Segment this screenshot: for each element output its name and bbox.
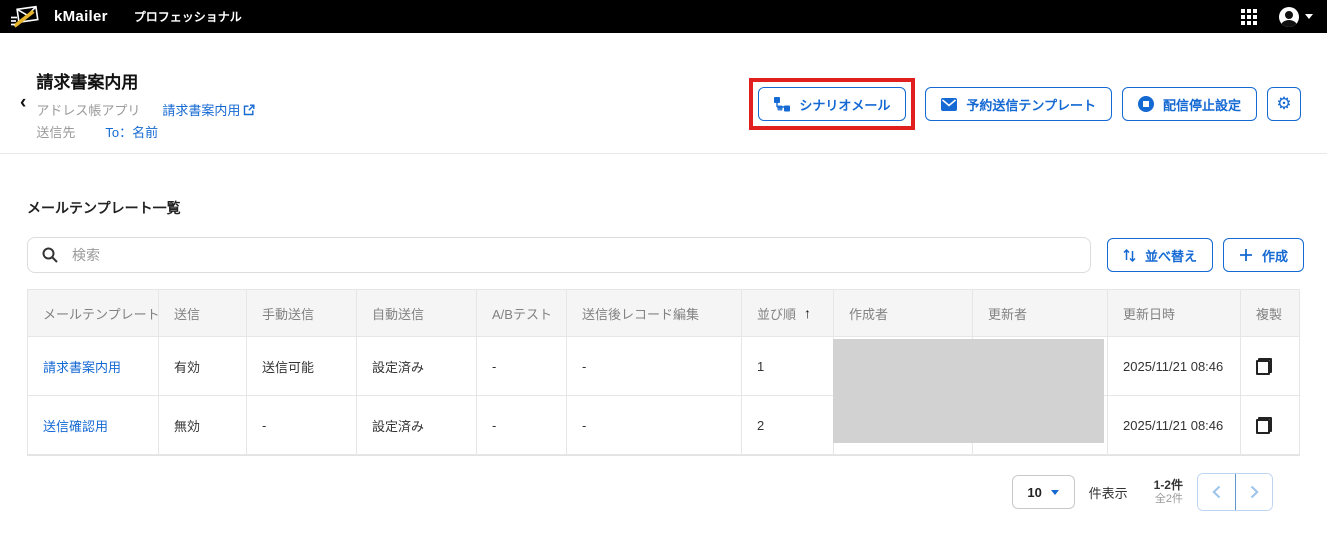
column-header-copy: 複製 [1241,290,1301,336]
unsubscribe-settings-button[interactable]: 配信停止設定 [1122,87,1257,121]
pager [1197,473,1273,511]
table-row: 請求書案内用有効送信可能設定済み--12025/11/21 08:46 [27,337,1300,396]
prev-page-button[interactable] [1198,474,1235,510]
cell-updated: 2025/11/21 08:46 [1108,396,1241,454]
address-book-label: アドレス帳アプリ [36,100,140,119]
column-header-order: 並び順↑ [742,290,834,336]
cell-order: 1 [742,337,834,395]
annotation-red-box: シナリオメール [749,78,915,130]
template-list-section: メールテンプレート一覧 並べ替え [0,198,1327,511]
plus-icon [1239,248,1253,262]
address-book-link[interactable]: 請求書案内用 [162,100,255,119]
cell-copy [1241,337,1301,395]
cell-template[interactable]: 請求書案内用 [28,337,159,395]
record-range-total: 全2件 [1154,493,1183,507]
section-title: メールテンプレート一覧 [27,198,1300,218]
scheduled-template-button[interactable]: 予約送信テンプレート [925,87,1112,121]
caret-down-icon [1051,490,1059,495]
column-header-creator: 作成者 [834,290,973,336]
kmailer-logo-icon [8,3,42,31]
search-box[interactable] [27,237,1091,273]
cell-template[interactable]: 送信確認用 [28,396,159,454]
cell-manual: - [247,396,357,454]
caret-down-icon [1305,14,1313,19]
user-menu[interactable] [1279,7,1313,27]
column-header-template: メールテンプレート [28,290,159,336]
back-button[interactable]: ‹ [20,93,26,112]
page-header: ‹ 請求書案内用 アドレス帳アプリ 請求書案内用 [0,33,1327,141]
copy-icon[interactable] [1256,417,1272,434]
cell-auto: 設定済み [357,337,477,395]
header-divider [0,153,1327,154]
user-avatar-icon [1279,7,1299,27]
table-body: 請求書案内用有効送信可能設定済み--12025/11/21 08:46送信確認用… [27,337,1300,455]
column-header-auto: 自動送信 [357,290,477,336]
page-size-label: 件表示 [1089,483,1128,502]
column-header-updated: 更新日時 [1108,290,1241,336]
cell-abtest: - [477,337,567,395]
header-actions: シナリオメール 予約送信テンプレート 配信停止設定 ⚙ [749,78,1301,130]
sort-asc-arrow-icon: ↑ [804,305,811,321]
sort-icon [1123,248,1136,263]
external-link-icon [243,104,255,116]
create-button[interactable]: 作成 [1223,238,1304,272]
cell-updated: 2025/11/21 08:46 [1108,337,1241,395]
cell-post_edit: - [567,396,742,454]
table-header-row: メールテンプレート送信手動送信自動送信A/Bテスト送信後レコード編集並び順↑作成… [27,289,1300,337]
cell-manual: 送信可能 [247,337,357,395]
cell-post_edit: - [567,337,742,395]
address-book-line: アドレス帳アプリ 請求書案内用 [36,100,255,119]
record-range: 1-2件 全2件 [1154,478,1183,507]
scenario-mail-icon [774,97,790,112]
chevron-right-icon [1250,485,1259,499]
search-input[interactable] [70,246,1076,264]
record-range-current: 1-2件 [1154,478,1183,493]
column-header-updater: 更新者 [973,290,1108,336]
recipient-line: 送信先 To：名前 [36,122,255,141]
apps-grid-icon[interactable] [1241,9,1257,25]
cell-send: 有効 [159,337,247,395]
gear-icon: ⚙ [1276,94,1291,114]
sort-button[interactable]: 並べ替え [1107,238,1213,272]
title-block: 請求書案内用 アドレス帳アプリ 請求書案内用 送信先 [36,73,255,141]
mail-icon [941,98,957,111]
column-header-post_edit: 送信後レコード編集 [567,290,742,336]
stop-icon [1138,96,1154,112]
template-table: メールテンプレート送信手動送信自動送信A/Bテスト送信後レコード編集並び順↑作成… [27,289,1300,456]
recipient-label: 送信先 [36,122,75,141]
plan-label: プロフェッショナル [134,8,242,25]
settings-button[interactable]: ⚙ [1267,87,1301,121]
cell-auto: 設定済み [357,396,477,454]
scenario-mail-button[interactable]: シナリオメール [758,87,906,121]
column-header-manual: 手動送信 [247,290,357,336]
topbar: kMailer プロフェッショナル [0,0,1327,33]
chevron-left-icon [1212,485,1221,499]
page-title: 請求書案内用 [36,73,255,93]
cell-order: 2 [742,396,834,454]
cell-abtest: - [477,396,567,454]
search-icon [42,247,58,263]
cell-copy [1241,396,1301,454]
column-header-abtest: A/Bテスト [477,290,567,336]
brand-name: kMailer [54,8,108,25]
pagination: 10 件表示 1-2件 全2件 [27,473,1300,511]
next-page-button[interactable] [1235,474,1272,510]
column-header-send: 送信 [159,290,247,336]
list-toolbar: 並べ替え 作成 [27,237,1300,273]
page-size-select[interactable]: 10 [1012,475,1075,509]
redacted-user-columns [833,339,1104,443]
table-row: 送信確認用無効-設定済み--22025/11/21 08:46 [27,396,1300,455]
copy-icon[interactable] [1256,358,1272,375]
page-size-value: 10 [1027,485,1041,500]
recipient-value: To：名前 [105,122,158,141]
cell-send: 無効 [159,396,247,454]
